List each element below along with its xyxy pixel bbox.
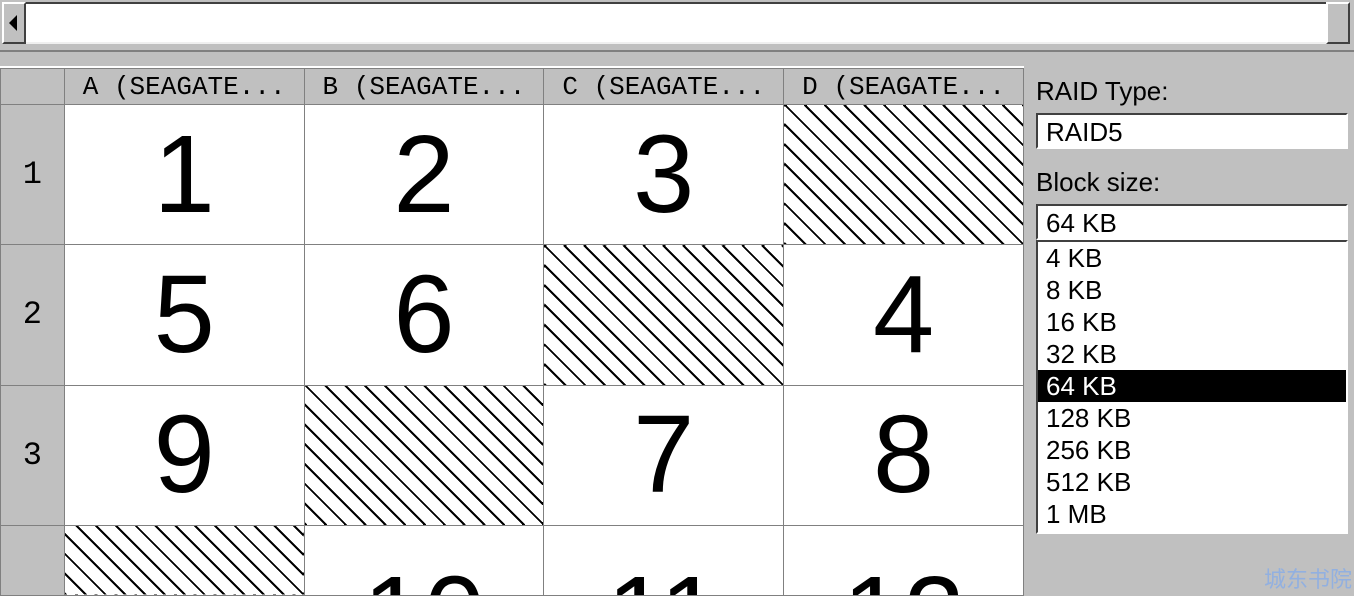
block-cell[interactable]: 4 <box>784 245 1024 385</box>
row-header-4[interactable] <box>1 525 65 595</box>
parity-cell[interactable] <box>64 525 304 595</box>
block-size-option[interactable]: 512 KB <box>1038 466 1346 498</box>
parity-cell[interactable] <box>544 245 784 385</box>
block-cell[interactable]: 9 <box>64 385 304 525</box>
block-size-option[interactable]: 16 KB <box>1038 306 1346 338</box>
parity-cell[interactable] <box>304 385 544 525</box>
block-cell[interactable]: 3 <box>544 105 784 245</box>
block-size-option[interactable]: 4 KB <box>1038 242 1346 274</box>
scrollbar-track[interactable] <box>2 2 1350 44</box>
block-size-label: Block size: <box>1036 167 1348 198</box>
block-cell[interactable]: 1 <box>64 105 304 245</box>
block-size-option[interactable]: 8 KB <box>1038 274 1346 306</box>
block-size-option[interactable]: 64 KB <box>1038 370 1346 402</box>
column-header-a[interactable]: A (SEAGATE... <box>64 69 304 105</box>
row-header-2[interactable]: 2 <box>1 245 65 385</box>
raid-settings-panel: RAID Type: RAID5 Block size: 64 KB 4 KB8… <box>1024 66 1354 596</box>
scroll-left-button[interactable] <box>2 2 26 44</box>
block-cell[interactable]: 8 <box>784 385 1024 525</box>
row-header-1[interactable]: 1 <box>1 105 65 245</box>
scroll-right-button[interactable] <box>1326 2 1350 44</box>
grid-corner <box>1 69 65 105</box>
block-cell[interactable]: 2 <box>304 105 544 245</box>
block-size-select[interactable]: 64 KB <box>1036 204 1348 240</box>
block-size-option[interactable]: 128 KB <box>1038 402 1346 434</box>
block-size-listbox[interactable]: 4 KB8 KB16 KB32 KB64 KB128 KB256 KB512 K… <box>1036 240 1348 534</box>
raid-type-select[interactable]: RAID5 <box>1036 113 1348 149</box>
block-cell[interactable]: 12 <box>784 525 1024 595</box>
block-cell[interactable]: 5 <box>64 245 304 385</box>
block-size-option[interactable]: 32 KB <box>1038 338 1346 370</box>
raid-layout-grid: A (SEAGATE... B (SEAGATE... C (SEAGATE..… <box>0 66 1024 596</box>
horizontal-scrollbar[interactable] <box>0 0 1354 52</box>
raid-type-label: RAID Type: <box>1036 76 1348 107</box>
block-cell[interactable]: 6 <box>304 245 544 385</box>
parity-cell[interactable] <box>784 105 1024 245</box>
row-header-3[interactable]: 3 <box>1 385 65 525</box>
watermark-text: 城东书院 <box>1264 562 1352 594</box>
column-header-d[interactable]: D (SEAGATE... <box>784 69 1024 105</box>
block-cell[interactable]: 7 <box>544 385 784 525</box>
block-cell[interactable]: 11 <box>544 525 784 595</box>
block-cell[interactable]: 10 <box>304 525 544 595</box>
chevron-left-icon <box>9 15 19 31</box>
column-header-b[interactable]: B (SEAGATE... <box>304 69 544 105</box>
block-size-option[interactable]: 256 KB <box>1038 434 1346 466</box>
block-size-option[interactable]: 1 MB <box>1038 498 1346 530</box>
column-header-c[interactable]: C (SEAGATE... <box>544 69 784 105</box>
